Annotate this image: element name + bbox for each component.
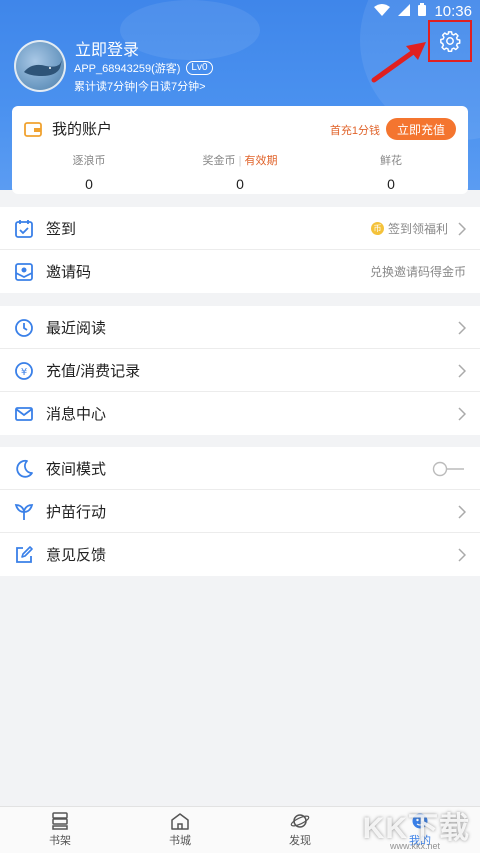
menu-item-recharge-records[interactable]: ¥ 充值/消费记录	[0, 349, 480, 392]
menu-item-label: 签到	[46, 220, 77, 238]
wallet-icon	[24, 121, 42, 137]
menu-item-seedling-action[interactable]: 护苗行动	[0, 490, 480, 533]
menu-item-label: 邀请码	[46, 264, 92, 281]
menu-item-label: 消息中心	[46, 406, 107, 423]
menu-group-records: 最近阅读 ¥ 充值/消费记录 消息中心	[0, 306, 480, 435]
chevron-right-icon	[458, 364, 466, 378]
login-link[interactable]: 立即登录	[75, 36, 139, 60]
menu-item-checkin[interactable]: 签到 币 签到领福利	[0, 207, 480, 250]
night-mode-toggle[interactable]	[432, 461, 466, 477]
nav-tab-bookshelf[interactable]: 书架	[0, 807, 120, 853]
nav-label: 书城	[169, 835, 191, 847]
yuan-icon: ¥	[15, 362, 33, 380]
watermark-url: www.kkx.net	[389, 841, 440, 851]
level-badge: Lv0	[186, 61, 213, 75]
status-time: 10:36	[434, 2, 472, 20]
menu-item-label: 夜间模式	[46, 460, 107, 478]
envelope-icon	[15, 407, 33, 421]
stat-label-text: 奖金币	[202, 155, 236, 167]
stat-flowers[interactable]: 鲜花 0	[316, 152, 466, 192]
home-icon	[171, 813, 189, 830]
menu-item-invite-code[interactable]: 邀请码 兑换邀请码得金币	[0, 250, 480, 293]
settings-button[interactable]	[428, 20, 472, 62]
chevron-right-icon	[458, 505, 466, 519]
account-title-row: 我的账户	[24, 118, 112, 139]
chevron-right-icon	[458, 321, 466, 335]
edit-icon	[16, 546, 33, 563]
bottom-nav: 书架 书城 发现 我的 KK下载 www.kkx.net	[0, 806, 480, 853]
first-recharge-promo[interactable]: 首充1分钱	[330, 122, 380, 138]
reading-stats[interactable]: 累计读7分钟|今日读7分钟>	[74, 78, 206, 94]
avatar[interactable]	[14, 40, 66, 92]
stat-label: 逐浪币	[72, 155, 106, 167]
stat-label: 鲜花	[380, 155, 402, 167]
calendar-check-icon	[15, 220, 33, 238]
recharge-button[interactable]: 立即充值	[386, 118, 456, 140]
bookshelf-icon	[52, 812, 68, 830]
user-id: APP_68943259(游客)	[74, 63, 181, 75]
signal-icon	[398, 3, 411, 19]
svg-text:¥: ¥	[21, 367, 27, 378]
battery-icon	[418, 3, 427, 19]
chevron-right-icon	[458, 548, 466, 562]
checkin-hint: 币 签到领福利	[370, 220, 448, 237]
chevron-right-icon	[458, 407, 466, 421]
stat-zhulang-coin[interactable]: 逐浪币 0	[14, 152, 164, 192]
stat-label: 奖金币 | 有效期	[202, 155, 278, 167]
menu-item-label: 最近阅读	[46, 319, 107, 337]
status-bar: 10:36	[374, 0, 472, 22]
gear-icon	[440, 31, 461, 52]
seedling-icon	[14, 504, 34, 520]
header-decoration	[120, 0, 260, 60]
menu-group-checkin: 签到 币 签到领福利 邀请码 兑换邀请码得金币	[0, 207, 480, 293]
menu-item-night-mode: 夜间模式	[0, 447, 480, 490]
menu-group-settings: 夜间模式 护苗行动 意见反馈	[0, 447, 480, 576]
menu-item-recent-reading[interactable]: 最近阅读	[0, 306, 480, 349]
moon-icon	[16, 459, 33, 478]
whale-icon	[24, 60, 62, 76]
menu-item-feedback[interactable]: 意见反馈	[0, 533, 480, 576]
stat-value: 0	[236, 176, 244, 192]
stat-value: 0	[85, 176, 93, 192]
menu-item-label: 护苗行动	[46, 503, 107, 521]
menu-item-label: 充值/消费记录	[46, 362, 141, 380]
menu-item-messages[interactable]: 消息中心	[0, 392, 480, 435]
user-id-row: APP_68943259(游客) Lv0	[74, 60, 213, 76]
nav-tab-discover[interactable]: 发现	[240, 807, 360, 853]
invite-mail-icon	[15, 263, 33, 281]
nav-label: 书架	[49, 835, 71, 847]
stat-bonus-coin[interactable]: 奖金币 | 有效期 0	[165, 152, 315, 192]
stat-value: 0	[387, 176, 395, 192]
clock-icon	[15, 319, 33, 337]
account-title: 我的账户	[52, 121, 113, 138]
annotation-arrow	[371, 42, 426, 83]
checkin-hint-text: 签到领福利	[387, 221, 448, 236]
coin-icon: 币	[370, 221, 384, 235]
chevron-right-icon	[458, 222, 466, 236]
account-card: 我的账户 首充1分钱 立即充值 逐浪币 0 奖金币 | 有效期 0 鲜花 0	[12, 106, 468, 194]
invite-hint: 兑换邀请码得金币	[369, 265, 466, 279]
wifi-icon	[374, 3, 391, 19]
nav-tab-bookstore[interactable]: 书城	[120, 807, 240, 853]
nav-label: 发现	[289, 835, 311, 847]
menu-item-label: 意见反馈	[46, 547, 107, 564]
planet-icon	[290, 814, 310, 828]
validity-link[interactable]: 有效期	[244, 155, 277, 167]
